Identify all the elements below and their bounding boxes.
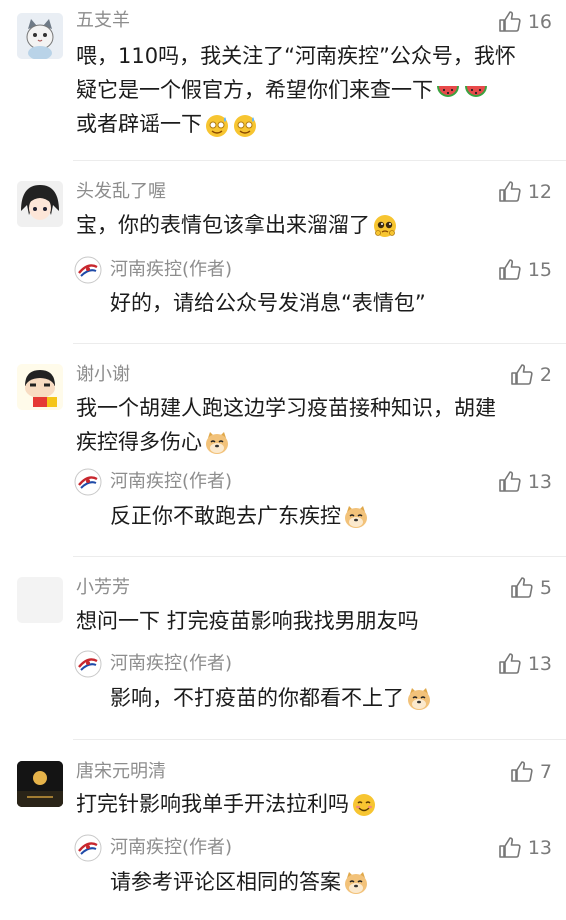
watermelon-emoji (435, 78, 461, 104)
like-button[interactable]: 12 (498, 179, 552, 205)
crayon-avatar-icon (17, 364, 63, 410)
reply-username[interactable]: 河南疾控(作者) (110, 836, 232, 860)
doge-emoji (204, 430, 230, 456)
like-count: 5 (539, 577, 552, 599)
avatar[interactable] (17, 181, 63, 227)
comment-text-line: 疑它是一个假官方，希望你们来查一下 (76, 72, 489, 109)
reply-text: 好的，请给公众号发消息“表情包” (110, 291, 426, 315)
reply-text: 反正你不敢跑去广东疾控 (110, 498, 369, 535)
blush-emoji (351, 792, 377, 818)
reply-username[interactable]: 河南疾控(作者) (110, 470, 232, 494)
anime-avatar-icon (17, 181, 63, 227)
author-avatar[interactable] (74, 650, 102, 678)
thumbs-up-icon (499, 11, 521, 32)
like-count: 12 (527, 181, 552, 203)
comment-username[interactable]: 五支羊 (76, 9, 130, 33)
comment-text-line: 打完针影响我单手开法拉利吗 (76, 786, 377, 823)
doge-emoji (406, 686, 432, 712)
like-count: 15 (527, 259, 552, 281)
divider (73, 160, 566, 161)
watermelon-emoji (463, 78, 489, 104)
moon-night-avatar-icon (17, 761, 63, 807)
doge-emoji (343, 504, 369, 530)
thumbs-up-icon (499, 837, 521, 858)
reply-username[interactable]: 河南疾控(作者) (110, 258, 232, 282)
like-button[interactable]: 13 (498, 469, 552, 495)
like-button[interactable]: 7 (510, 759, 552, 785)
thumbs-up-icon (499, 471, 521, 492)
thumbs-up-icon (499, 653, 521, 674)
like-button[interactable]: 15 (498, 257, 552, 283)
author-avatar[interactable] (74, 468, 102, 496)
doge-emoji (343, 870, 369, 896)
thumbs-up-icon (511, 761, 533, 782)
pleading-emoji (372, 213, 398, 239)
reply-text: 请参考评论区相同的答案 (110, 864, 369, 901)
author-avatar[interactable] (74, 256, 102, 284)
thumbs-up-icon (499, 259, 521, 280)
sweat-smile-emoji (232, 112, 258, 138)
divider (73, 739, 566, 740)
reply-text: 影响，不打疫苗的你都看不上了 (110, 680, 432, 717)
comment-username[interactable]: 小芳芳 (76, 576, 130, 600)
like-count: 2 (539, 364, 552, 386)
comment-username[interactable]: 唐宋元明清 (76, 760, 166, 784)
avatar[interactable] (17, 577, 63, 623)
like-button[interactable]: 16 (498, 9, 552, 35)
cdc-logo-icon (74, 468, 102, 496)
like-count: 13 (527, 653, 552, 675)
avatar[interactable] (17, 13, 63, 59)
thumbs-up-icon (511, 364, 533, 385)
comment-username[interactable]: 谢小谢 (76, 363, 130, 387)
cdc-logo-icon (74, 834, 102, 862)
avatar[interactable] (17, 364, 63, 410)
comment-text-line: 宝，你的表情包该拿出来溜溜了 (76, 207, 398, 244)
comment-text-line: 喂，110吗，我关注了“河南疾控”公众号，我怀 (76, 44, 516, 68)
comment-username[interactable]: 头发乱了喔 (76, 180, 166, 204)
avatar[interactable] (17, 761, 63, 807)
like-button[interactable]: 2 (510, 362, 552, 388)
cat-avatar-icon (17, 13, 63, 59)
comment-text-line: 疾控得多伤心 (76, 424, 230, 461)
divider (73, 343, 566, 344)
reply-username[interactable]: 河南疾控(作者) (110, 652, 232, 676)
like-count: 7 (539, 761, 552, 783)
comment-text-line: 想问一下 打完疫苗影响我找男朋友吗 (76, 609, 419, 633)
like-button[interactable]: 13 (498, 835, 552, 861)
thumbs-up-icon (511, 577, 533, 598)
author-avatar[interactable] (74, 834, 102, 862)
divider (73, 556, 566, 557)
like-count: 13 (527, 837, 552, 859)
cdc-logo-icon (74, 256, 102, 284)
comment-section: 五支羊 16 喂，110吗，我关注了“河南疾控”公众号，我怀 疑它是一个假官方，… (0, 0, 566, 920)
like-count: 13 (527, 471, 552, 493)
comment-text-line: 或者辟谣一下 (76, 106, 258, 143)
like-button[interactable]: 13 (498, 651, 552, 677)
cdc-logo-icon (74, 650, 102, 678)
comment-text-line: 我一个胡建人跑这边学习疫苗接种知识，胡建 (76, 396, 496, 420)
like-count: 16 (527, 11, 552, 33)
thumbs-up-icon (499, 181, 521, 202)
like-button[interactable]: 5 (510, 575, 552, 601)
sweat-smile-emoji (204, 112, 230, 138)
